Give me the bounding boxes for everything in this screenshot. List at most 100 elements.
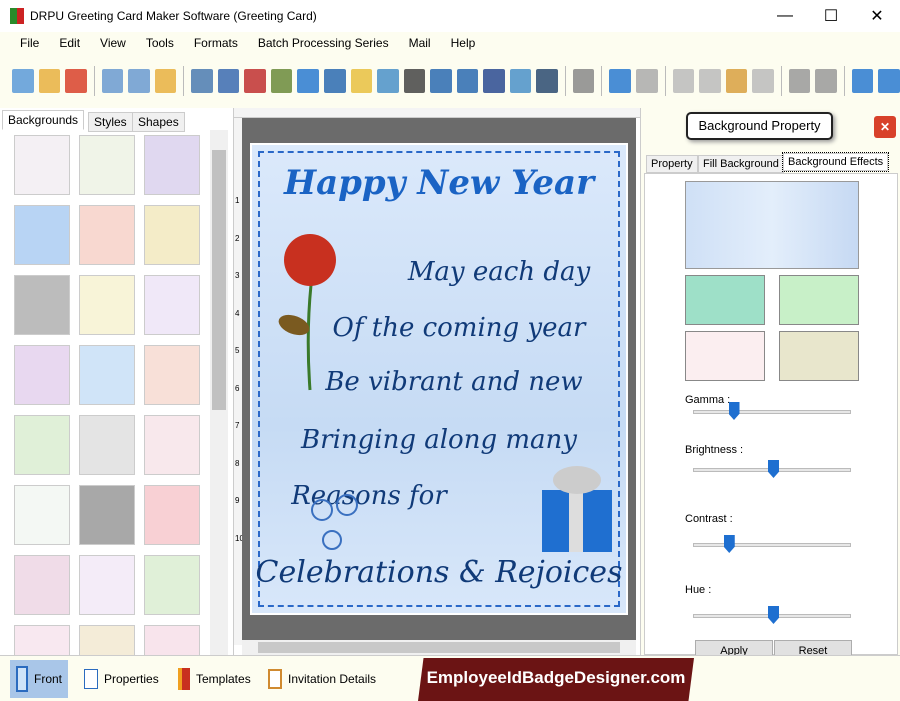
cut-icon[interactable] — [672, 69, 695, 93]
background-thumbnail[interactable] — [14, 205, 70, 265]
menu-edit[interactable]: Edit — [59, 36, 80, 50]
background-thumbnail[interactable] — [14, 135, 70, 195]
background-thumbnail[interactable] — [79, 555, 135, 615]
effect-swatch-beige[interactable] — [779, 331, 859, 381]
close-panel-button[interactable]: ✕ — [874, 116, 896, 138]
save-icon[interactable] — [101, 69, 124, 93]
menu-view[interactable]: View — [100, 36, 126, 50]
background-thumbnail[interactable] — [144, 555, 200, 615]
shapes-icon[interactable] — [350, 69, 373, 93]
copy-icon[interactable] — [699, 69, 721, 93]
background-thumbnail[interactable] — [144, 205, 200, 265]
properties-icon — [84, 669, 98, 689]
watermark-icon[interactable] — [377, 69, 399, 93]
toolbar-separator — [183, 66, 185, 96]
slider-brightness[interactable] — [693, 460, 851, 478]
background-thumbnail[interactable] — [14, 275, 70, 335]
background-thumbnail[interactable] — [79, 135, 135, 195]
background-thumbnail[interactable] — [79, 345, 135, 405]
scroll-thumb[interactable] — [212, 150, 226, 410]
pen-icon[interactable] — [323, 69, 346, 93]
slider-contrast[interactable] — [693, 535, 851, 553]
background-thumbnail[interactable] — [79, 205, 135, 265]
bottom-bar: Front Properties Templates Invitation De… — [0, 655, 900, 701]
background-thumbnail[interactable] — [144, 415, 200, 475]
toolbar-separator — [564, 66, 566, 96]
delete-icon[interactable] — [752, 69, 774, 93]
background-thumbnail[interactable] — [14, 345, 70, 405]
background-thumbnail[interactable] — [14, 485, 70, 545]
open-icon[interactable] — [38, 69, 61, 93]
effect-swatch-pink[interactable] — [685, 331, 765, 381]
effect-swatch-teal[interactable] — [685, 275, 765, 325]
background-thumbnail[interactable] — [144, 345, 200, 405]
menu-bar: File Edit View Tools Formats Batch Proce… — [0, 32, 900, 54]
email-icon[interactable] — [509, 69, 532, 93]
grid-icon[interactable] — [851, 69, 874, 93]
ruler-number: 7 — [235, 421, 240, 430]
slider-hue[interactable] — [693, 606, 851, 624]
maximize-button[interactable]: ☐ — [808, 0, 854, 32]
tab-property[interactable]: Property — [646, 155, 698, 173]
toolbar-separator — [843, 66, 845, 96]
redo-icon[interactable] — [635, 69, 658, 93]
new-icon[interactable] — [12, 69, 34, 93]
slider-gamma[interactable] — [693, 402, 851, 420]
menu-help[interactable]: Help — [451, 36, 476, 50]
effect-swatch-green[interactable] — [779, 275, 859, 325]
menu-mail[interactable]: Mail — [409, 36, 431, 50]
layers-icon[interactable] — [244, 69, 266, 93]
horizontal-scrollbar[interactable] — [242, 640, 636, 655]
close-button[interactable]: ✕ — [854, 0, 900, 32]
tab-background-effects[interactable]: Background Effects — [781, 152, 890, 172]
card-line-4[interactable]: Bringing along many — [252, 425, 626, 455]
background-thumbnail[interactable] — [144, 275, 200, 335]
invitation-details-tab[interactable]: Invitation Details — [262, 660, 382, 698]
horizontal-ruler — [234, 108, 640, 118]
close-icon[interactable] — [65, 69, 87, 93]
tab-fill-background[interactable]: Fill Background — [698, 155, 784, 173]
tab-backgrounds[interactable]: Backgrounds — [2, 110, 85, 130]
slider-label: Contrast : — [685, 513, 733, 525]
export-icon[interactable] — [154, 69, 177, 93]
card-line-1[interactable]: May each day — [312, 257, 686, 287]
templates-tab[interactable]: Templates — [172, 660, 257, 698]
send-back-icon[interactable] — [815, 69, 837, 93]
text-icon[interactable] — [430, 69, 452, 93]
greeting-card[interactable]: Happy New Year May each day Of the comin… — [250, 143, 628, 615]
background-thumbnail[interactable] — [14, 555, 70, 615]
menu-batch-processing[interactable]: Batch Processing Series — [258, 36, 389, 50]
barcode-icon[interactable] — [403, 69, 426, 93]
card-title[interactable]: Happy New Year — [252, 163, 626, 203]
minimize-button[interactable]: — — [762, 0, 808, 32]
image-crop-icon[interactable] — [270, 69, 293, 93]
database-icon[interactable] — [572, 69, 595, 93]
background-thumbnail[interactable] — [144, 135, 200, 195]
save-as-icon[interactable] — [128, 69, 150, 93]
bring-front-icon[interactable] — [788, 69, 811, 93]
word-art-icon[interactable] — [456, 69, 479, 93]
print-icon[interactable] — [217, 69, 240, 93]
menu-tools[interactable]: Tools — [146, 36, 174, 50]
thumbnail-scrollbar[interactable] — [210, 130, 228, 655]
slider-label: Gamma : — [685, 394, 731, 406]
signature-icon[interactable] — [483, 69, 505, 93]
insert-image-icon[interactable] — [297, 69, 319, 93]
background-thumbnail[interactable] — [79, 275, 135, 335]
undo-icon[interactable] — [609, 69, 631, 93]
app-icon — [10, 8, 24, 24]
background-thumbnail[interactable] — [79, 485, 135, 545]
tab-styles[interactable]: Styles — [88, 112, 133, 132]
background-thumbnail[interactable] — [14, 415, 70, 475]
menu-file[interactable]: File — [20, 36, 39, 50]
front-label: Front — [34, 672, 63, 686]
line-icon[interactable] — [536, 69, 558, 93]
actual-size-icon[interactable] — [878, 69, 900, 93]
tab-shapes[interactable]: Shapes — [132, 112, 185, 132]
paste-icon[interactable] — [725, 69, 748, 93]
menu-formats[interactable]: Formats — [194, 36, 238, 50]
background-thumbnail[interactable] — [79, 415, 135, 475]
front-tab[interactable]: Front — [10, 660, 69, 698]
properties-tab[interactable]: Properties — [78, 660, 165, 698]
properties-icon[interactable] — [191, 69, 213, 93]
